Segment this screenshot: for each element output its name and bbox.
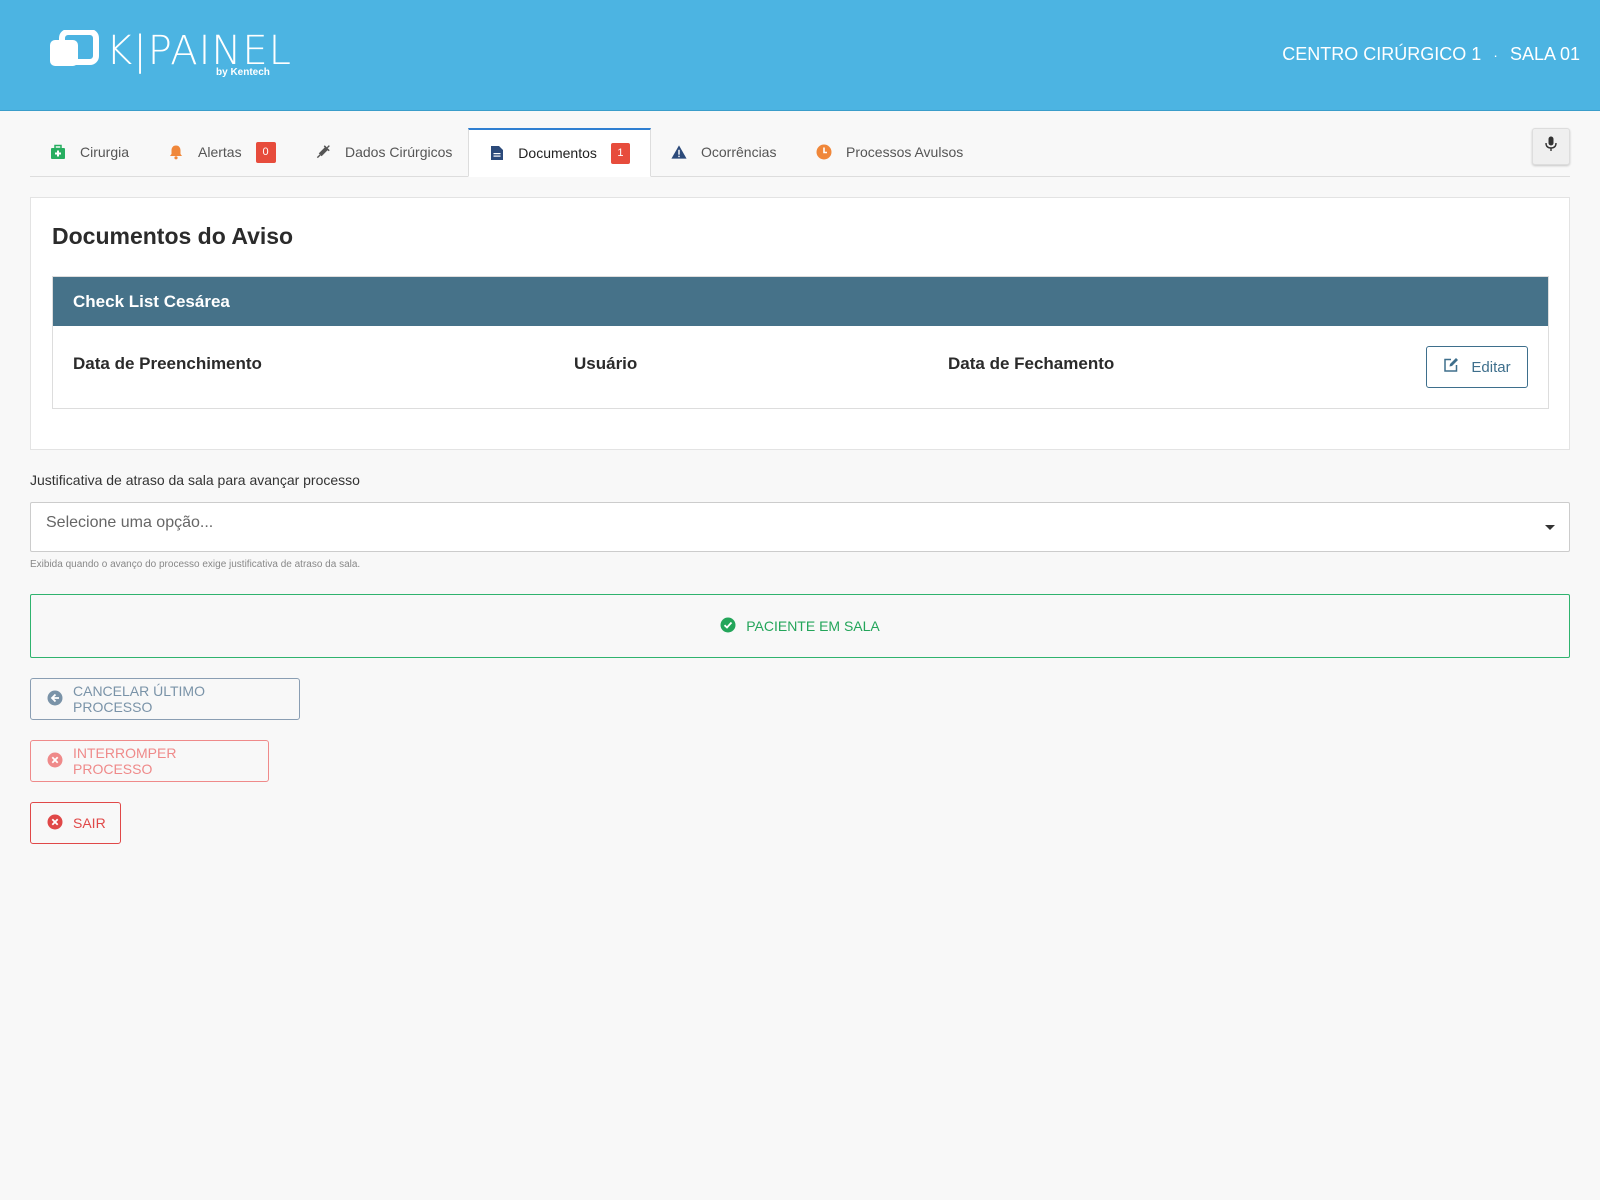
clock-icon (816, 144, 832, 160)
column-close-date: Data de Fechamento (948, 354, 1115, 373)
caret-down-icon (1545, 525, 1555, 530)
interrupt-process-button[interactable]: INTERROMPER PROCESSO (30, 740, 269, 782)
tab-processos-avulsos[interactable]: Processos Avulsos (796, 128, 983, 176)
tab-label: Cirurgia (80, 144, 130, 160)
checklist-panel: Check List Cesárea Data de Preenchimento… (52, 276, 1549, 409)
tab-alertas[interactable]: Alertas 0 (148, 128, 296, 176)
app-logo: K|PAINEL by Kentech (48, 30, 292, 80)
justification-select[interactable]: Selecione uma opção... (30, 502, 1570, 552)
interrupt-label: INTERROMPER PROCESSO (73, 745, 177, 777)
tab-dados-cirurgicos[interactable]: Dados Cirúrgicos (295, 128, 472, 176)
edit-button[interactable]: Editar (1426, 346, 1528, 388)
tab-ocorrencias[interactable]: Ocorrências (651, 128, 796, 176)
status-label: PACIENTE EM SALA (746, 618, 880, 634)
checklist-row: Data de Preenchimento Usuário Data de Fe… (53, 326, 1548, 408)
surgical-center-label: CENTRO CIRÚRGICO 1 (1282, 44, 1482, 64)
syringe-icon (315, 144, 331, 160)
patient-in-room-button[interactable]: PACIENTE EM SALA (30, 594, 1570, 658)
arrow-left-circle-icon (47, 690, 63, 709)
documents-card: Documentos do Aviso Check List Cesárea D… (30, 197, 1570, 450)
page-title: Documentos do Aviso (52, 223, 294, 249)
app-header: K|PAINEL by Kentech CENTRO CIRÚRGICO 1 ·… (0, 0, 1600, 111)
tab-label: Dados Cirúrgicos (345, 144, 453, 160)
tab-label: Ocorrências (701, 144, 777, 160)
cancel-last-process-button[interactable]: CANCELAR ÚLTIMO PROCESSO (30, 678, 300, 720)
document-count-badge: 1 (610, 142, 630, 164)
select-placeholder: Selecione uma opção... (46, 514, 214, 531)
column-user: Usuário (574, 354, 638, 373)
exit-label: SAIR (73, 815, 106, 831)
column-fill-date: Data de Preenchimento (73, 354, 262, 373)
tab-cirurgia[interactable]: Cirurgia (30, 128, 149, 176)
justification-help-text: Exibida quando o avanço do processo exig… (30, 559, 361, 570)
justification-label: Justificativa de atraso da sala para ava… (30, 472, 360, 488)
close-circle-icon (47, 752, 63, 771)
edit-label: Editar (1471, 358, 1511, 376)
microphone-icon (1545, 136, 1557, 157)
bell-icon (168, 144, 184, 160)
room-info: CENTRO CIRÚRGICO 1 · SALA 01 (1282, 44, 1580, 65)
tab-label: Processos Avulsos (846, 144, 964, 160)
tab-label: Documentos (518, 145, 597, 161)
logo-mark-icon (50, 30, 99, 66)
room-label: SALA 01 (1509, 44, 1580, 64)
tab-documentos[interactable]: Documentos 1 (468, 128, 651, 177)
logo-text: K|PAINEL (106, 28, 292, 74)
check-circle-icon (720, 617, 736, 636)
checklist-header: Check List Cesárea (53, 277, 1548, 326)
tab-bar: Cirurgia Alertas 0 Dados Cirúrgicos Docu… (30, 128, 1570, 177)
tab-label: Alertas (198, 144, 242, 160)
warning-icon (671, 144, 687, 160)
document-icon (489, 145, 504, 161)
exit-button[interactable]: SAIR (30, 802, 121, 844)
logo-subtitle: by Kentech (216, 67, 270, 78)
edit-icon (1443, 357, 1459, 377)
close-circle-icon (47, 814, 63, 833)
alert-count-badge: 0 (255, 141, 276, 163)
cancel-label: CANCELAR ÚLTIMO PROCESSO (73, 683, 205, 715)
microphone-button[interactable] (1532, 128, 1570, 165)
medkit-icon (50, 144, 66, 160)
separator: · (1493, 46, 1498, 63)
